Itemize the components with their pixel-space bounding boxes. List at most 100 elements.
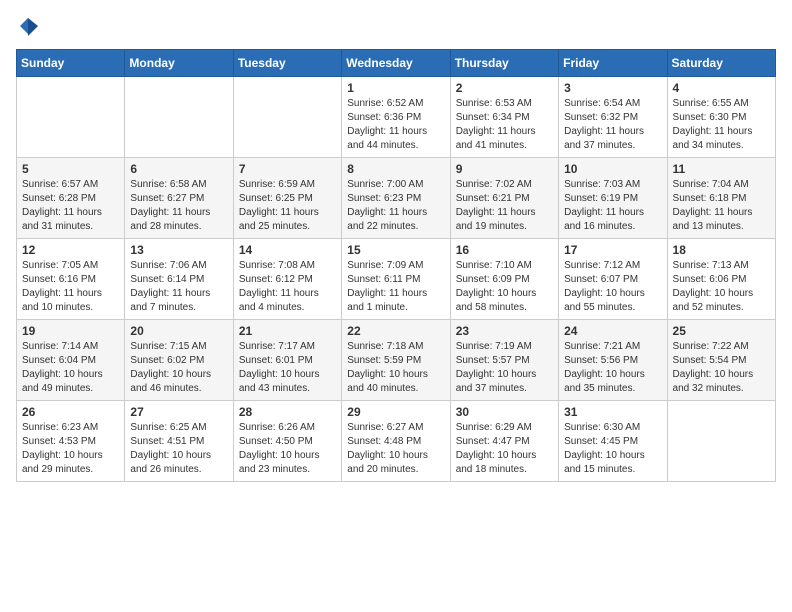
day-info: Sunrise: 7:19 AM Sunset: 5:57 PM Dayligh… (456, 340, 553, 396)
calendar-cell: 5 Sunrise: 6:57 AM Sunset: 6:28 PM Daylig… (17, 157, 125, 238)
day-info: Sunrise: 7:21 AM Sunset: 5:56 PM Dayligh… (564, 340, 661, 396)
calendar-cell (667, 400, 775, 481)
calendar-cell: 12 Sunrise: 7:05 AM Sunset: 6:16 PM Dayli… (17, 238, 125, 319)
day-number: 12 (22, 243, 119, 257)
calendar-cell: 15Sunrise: 7:09 AM Sunset: 6:11 PM Dayli… (342, 238, 450, 319)
day-info: Sunrise: 6:59 AM Sunset: 6:25 PM Dayligh… (239, 178, 336, 234)
day-number: 29 (347, 405, 444, 419)
calendar-body: 1 Sunrise: 6:52 AM Sunset: 6:36 PM Daylig… (17, 76, 776, 481)
day-number: 20 (130, 324, 227, 338)
calendar-cell: 17 Sunrise: 7:12 AM Sunset: 6:07 PM Dayli… (559, 238, 667, 319)
calendar-cell: 28 Sunrise: 6:26 AM Sunset: 4:50 PM Dayli… (233, 400, 341, 481)
day-number: 19 (22, 324, 119, 338)
day-number: 3 (564, 81, 661, 95)
day-info: Sunrise: 6:58 AM Sunset: 6:27 PM Dayligh… (130, 178, 227, 234)
day-number: 5 (22, 162, 119, 176)
calendar-cell: 14Sunrise: 7:08 AM Sunset: 6:12 PM Dayli… (233, 238, 341, 319)
calendar-cell: 29 Sunrise: 6:27 AM Sunset: 4:48 PM Dayli… (342, 400, 450, 481)
day-info: Sunrise: 7:03 AM Sunset: 6:19 PM Dayligh… (564, 178, 661, 234)
day-number: 30 (456, 405, 553, 419)
weekday-wednesday: Wednesday (342, 49, 450, 76)
day-info: Sunrise: 7:15 AM Sunset: 6:02 PM Dayligh… (130, 340, 227, 396)
day-info: Sunrise: 6:57 AM Sunset: 6:28 PM Dayligh… (22, 178, 119, 234)
day-number: 11 (673, 162, 770, 176)
day-number: 17 (564, 243, 661, 257)
day-info: Sunrise: 7:05 AM Sunset: 6:16 PM Dayligh… (22, 259, 119, 315)
calendar-week-3: 12 Sunrise: 7:05 AM Sunset: 6:16 PM Dayli… (17, 238, 776, 319)
day-number: 28 (239, 405, 336, 419)
logo (16, 16, 38, 41)
calendar-cell: 4 Sunrise: 6:55 AM Sunset: 6:30 PM Daylig… (667, 76, 775, 157)
calendar-week-1: 1 Sunrise: 6:52 AM Sunset: 6:36 PM Daylig… (17, 76, 776, 157)
day-number: 31 (564, 405, 661, 419)
day-number: 7 (239, 162, 336, 176)
day-info: Sunrise: 6:23 AM Sunset: 4:53 PM Dayligh… (22, 421, 119, 477)
day-number: 1 (347, 81, 444, 95)
day-number: 27 (130, 405, 227, 419)
weekday-monday: Monday (125, 49, 233, 76)
calendar-cell: 25 Sunrise: 7:22 AM Sunset: 5:54 PM Dayli… (667, 319, 775, 400)
calendar-cell: 26 Sunrise: 6:23 AM Sunset: 4:53 PM Dayli… (17, 400, 125, 481)
calendar-cell: 7 Sunrise: 6:59 AM Sunset: 6:25 PM Daylig… (233, 157, 341, 238)
calendar-cell: 18 Sunrise: 7:13 AM Sunset: 6:06 PM Dayli… (667, 238, 775, 319)
calendar-cell: 21 Sunrise: 7:17 AM Sunset: 6:01 PM Dayli… (233, 319, 341, 400)
day-number: 10 (564, 162, 661, 176)
day-info: Sunrise: 6:26 AM Sunset: 4:50 PM Dayligh… (239, 421, 336, 477)
day-info: Sunrise: 7:09 AM Sunset: 6:11 PM Dayligh… (347, 259, 444, 315)
day-info: Sunrise: 6:27 AM Sunset: 4:48 PM Dayligh… (347, 421, 444, 477)
calendar-cell: 16 Sunrise: 7:10 AM Sunset: 6:09 PM Dayli… (450, 238, 558, 319)
day-info: Sunrise: 7:18 AM Sunset: 5:59 PM Dayligh… (347, 340, 444, 396)
day-info: Sunrise: 6:54 AM Sunset: 6:32 PM Dayligh… (564, 97, 661, 153)
calendar-week-5: 26 Sunrise: 6:23 AM Sunset: 4:53 PM Dayli… (17, 400, 776, 481)
day-number: 26 (22, 405, 119, 419)
weekday-sunday: Sunday (17, 49, 125, 76)
day-info: Sunrise: 7:02 AM Sunset: 6:21 PM Dayligh… (456, 178, 553, 234)
calendar-cell (233, 76, 341, 157)
day-info: Sunrise: 7:13 AM Sunset: 6:06 PM Dayligh… (673, 259, 770, 315)
calendar-cell: 19 Sunrise: 7:14 AM Sunset: 6:04 PM Dayli… (17, 319, 125, 400)
day-info: Sunrise: 7:00 AM Sunset: 6:23 PM Dayligh… (347, 178, 444, 234)
calendar-cell: 31 Sunrise: 6:30 AM Sunset: 4:45 PM Dayli… (559, 400, 667, 481)
calendar-week-4: 19 Sunrise: 7:14 AM Sunset: 6:04 PM Dayli… (17, 319, 776, 400)
day-number: 14 (239, 243, 336, 257)
day-number: 16 (456, 243, 553, 257)
calendar-cell: 6 Sunrise: 6:58 AM Sunset: 6:27 PM Daylig… (125, 157, 233, 238)
weekday-thursday: Thursday (450, 49, 558, 76)
day-number: 13 (130, 243, 227, 257)
day-info: Sunrise: 7:10 AM Sunset: 6:09 PM Dayligh… (456, 259, 553, 315)
day-number: 8 (347, 162, 444, 176)
day-info: Sunrise: 7:06 AM Sunset: 6:14 PM Dayligh… (130, 259, 227, 315)
calendar-cell: 13 Sunrise: 7:06 AM Sunset: 6:14 PM Dayli… (125, 238, 233, 319)
calendar-cell: 9 Sunrise: 7:02 AM Sunset: 6:21 PM Daylig… (450, 157, 558, 238)
day-info: Sunrise: 7:04 AM Sunset: 6:18 PM Dayligh… (673, 178, 770, 234)
calendar-cell: 23Sunrise: 7:19 AM Sunset: 5:57 PM Dayli… (450, 319, 558, 400)
calendar-cell: 20 Sunrise: 7:15 AM Sunset: 6:02 PM Dayli… (125, 319, 233, 400)
day-info: Sunrise: 6:30 AM Sunset: 4:45 PM Dayligh… (564, 421, 661, 477)
calendar-cell: 11 Sunrise: 7:04 AM Sunset: 6:18 PM Dayli… (667, 157, 775, 238)
logo-icon (18, 16, 38, 36)
calendar-table: SundayMondayTuesdayWednesdayThursdayFrid… (16, 49, 776, 482)
day-info: Sunrise: 7:22 AM Sunset: 5:54 PM Dayligh… (673, 340, 770, 396)
day-info: Sunrise: 6:25 AM Sunset: 4:51 PM Dayligh… (130, 421, 227, 477)
day-info: Sunrise: 6:55 AM Sunset: 6:30 PM Dayligh… (673, 97, 770, 153)
day-info: Sunrise: 7:12 AM Sunset: 6:07 PM Dayligh… (564, 259, 661, 315)
day-number: 18 (673, 243, 770, 257)
calendar-week-2: 5 Sunrise: 6:57 AM Sunset: 6:28 PM Daylig… (17, 157, 776, 238)
calendar-cell: 2 Sunrise: 6:53 AM Sunset: 6:34 PM Daylig… (450, 76, 558, 157)
day-info: Sunrise: 6:52 AM Sunset: 6:36 PM Dayligh… (347, 97, 444, 153)
day-number: 9 (456, 162, 553, 176)
calendar-cell: 1 Sunrise: 6:52 AM Sunset: 6:36 PM Daylig… (342, 76, 450, 157)
weekday-friday: Friday (559, 49, 667, 76)
day-number: 21 (239, 324, 336, 338)
day-info: Sunrise: 6:53 AM Sunset: 6:34 PM Dayligh… (456, 97, 553, 153)
day-info: Sunrise: 7:14 AM Sunset: 6:04 PM Dayligh… (22, 340, 119, 396)
calendar-cell: 27 Sunrise: 6:25 AM Sunset: 4:51 PM Dayli… (125, 400, 233, 481)
calendar-cell: 8 Sunrise: 7:00 AM Sunset: 6:23 PM Daylig… (342, 157, 450, 238)
day-number: 6 (130, 162, 227, 176)
weekday-saturday: Saturday (667, 49, 775, 76)
day-info: Sunrise: 7:17 AM Sunset: 6:01 PM Dayligh… (239, 340, 336, 396)
day-number: 25 (673, 324, 770, 338)
day-number: 22 (347, 324, 444, 338)
day-number: 4 (673, 81, 770, 95)
day-number: 2 (456, 81, 553, 95)
